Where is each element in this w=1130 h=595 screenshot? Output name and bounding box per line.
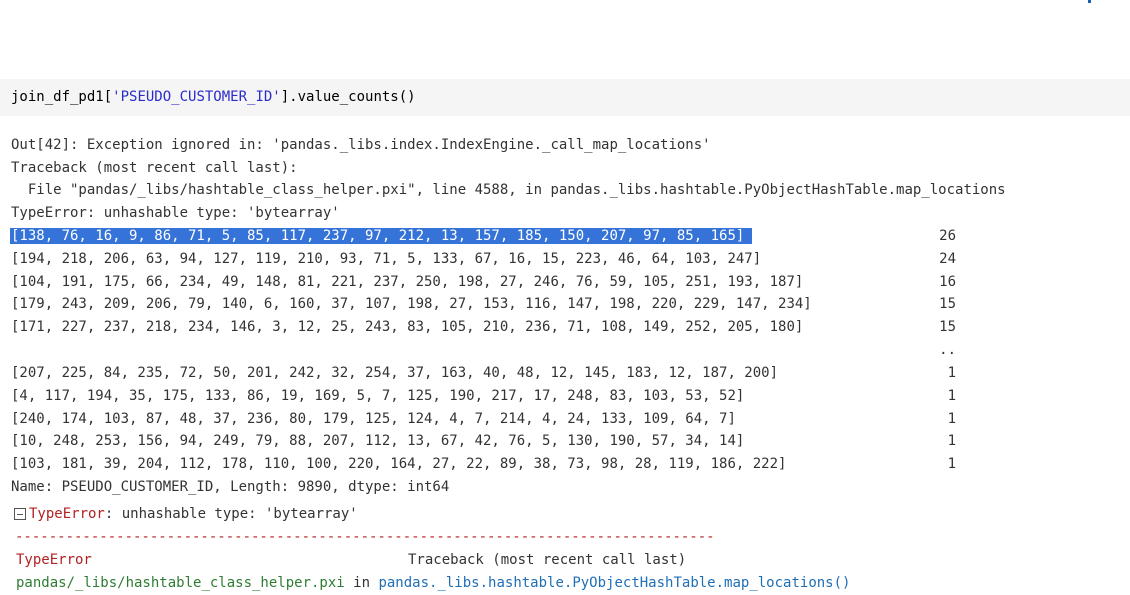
value-row-count: 1: [947, 365, 956, 381]
traceback-file: pandas/_libs/hashtable_class_helper.pxi: [16, 575, 345, 591]
code-string: 'PSEUDO_CUSTOMER_ID': [112, 89, 281, 105]
value-row-key: [104, 191, 175, 66, 234, 49, 148, 81, 22…: [11, 274, 804, 290]
value-row-key: [10, 248, 253, 156, 94, 249, 79, 88, 207…: [11, 433, 745, 449]
code-prefix: join_df_pd1[: [11, 89, 113, 105]
value-row-key[interactable]: [138, 76, 16, 9, 86, 71, 5, 85, 117, 237…: [10, 226, 753, 246]
traceback-func: pandas._libs.hashtable.PyObjectHashTable…: [378, 575, 851, 591]
error-name: TypeError: [29, 506, 105, 522]
error-header[interactable]: TypeError: unhashable type: 'bytearray': [29, 504, 358, 524]
value-row-count: 1: [947, 456, 956, 472]
value-row-key: [194, 218, 206, 63, 94, 127, 119, 210, 9…: [11, 251, 762, 267]
selected-text[interactable]: [138, 76, 16, 9, 86, 71, 5, 85, 117, 237…: [10, 228, 753, 244]
value-row-count: 1: [947, 433, 956, 449]
series-summary: Name: PSEUDO_CUSTOMER_ID, Length: 9890, …: [11, 479, 450, 495]
value-row-count: 26: [939, 228, 956, 244]
error-message: : unhashable type: 'bytearray': [104, 506, 358, 522]
input-cell[interactable]: join_df_pd1['PSEUDO_CUSTOMER_ID'].value_…: [0, 79, 1130, 116]
corner-dot-icon: [1088, 0, 1091, 3]
output-typeerror-line: TypeError: unhashable type: 'bytearray': [11, 205, 340, 221]
value-row-key: [240, 174, 103, 87, 48, 37, 236, 80, 179…: [11, 411, 736, 427]
value-row-key: [171, 227, 237, 218, 234, 146, 3, 12, 25…: [11, 319, 804, 335]
code-suffix: ].value_counts(): [280, 89, 416, 105]
value-row-count: 24: [939, 251, 956, 267]
collapse-minus-icon[interactable]: [14, 508, 26, 520]
traceback-in: in: [344, 575, 379, 591]
value-row-count: 15: [939, 319, 956, 335]
ellipsis: ..: [939, 342, 956, 358]
traceback-header: Traceback (most recent call last): [408, 552, 687, 568]
value-row-count: 1: [947, 388, 956, 404]
error-divider: ----------------------------------------…: [15, 529, 717, 545]
traceback-location: pandas/_libs/hashtable_class_helper.pxi …: [16, 573, 850, 593]
value-row-key: [103, 181, 39, 204, 112, 178, 110, 100, …: [11, 456, 787, 472]
output-file-line: File "pandas/_libs/hashtable_class_helpe…: [11, 182, 1006, 198]
output-traceback-header: Traceback (most recent call last):: [11, 160, 298, 176]
output-exception-line: Out[42]: Exception ignored in: 'pandas._…: [11, 137, 711, 153]
value-row-key: [207, 225, 84, 235, 72, 50, 201, 242, 32…: [11, 365, 779, 381]
value-row-count: 15: [939, 296, 956, 312]
value-row-key: [179, 243, 209, 206, 79, 140, 6, 160, 37…: [11, 296, 812, 312]
value-row-count: 16: [939, 274, 956, 290]
traceback-type: TypeError: [16, 552, 92, 568]
code-line[interactable]: join_df_pd1['PSEUDO_CUSTOMER_ID'].value_…: [11, 87, 416, 107]
value-row-count: 1: [947, 411, 956, 427]
value-row-key: [4, 117, 194, 35, 175, 133, 86, 19, 169,…: [11, 388, 745, 404]
